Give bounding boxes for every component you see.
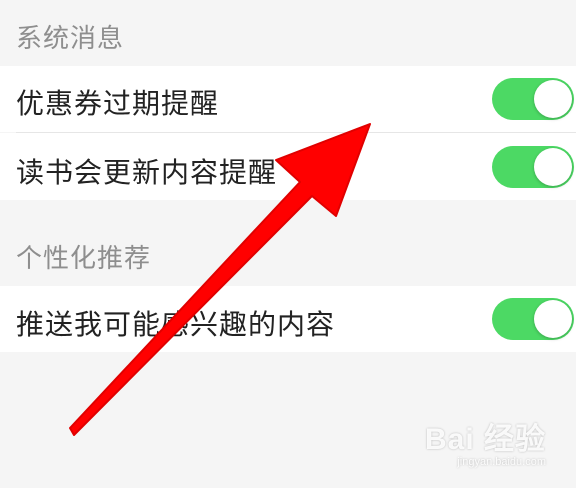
settings-row-reading-club-updates[interactable]: 读书会更新内容提醒 [0, 133, 576, 200]
settings-row-label: 优惠券过期提醒 [16, 87, 220, 120]
coupon-expiry-toggle[interactable] [492, 78, 574, 120]
section-header-personalized-recommendations: 个性化推荐 [16, 244, 152, 274]
baidu-jingyan-watermark: Bai 经验 jingyan.baidu.com [425, 414, 546, 468]
toggle-knob [534, 300, 572, 338]
settings-row-label: 推送我可能感兴趣的内容 [16, 308, 336, 341]
toggle-knob [534, 148, 572, 186]
settings-row-coupon-expiry[interactable]: 优惠券过期提醒 [0, 66, 576, 132]
section-header-system-messages: 系统消息 [16, 24, 125, 54]
watermark-main-text: Bai 经验 [424, 423, 546, 456]
settings-row-push-interesting-content[interactable]: 推送我可能感兴趣的内容 [0, 286, 576, 352]
toggle-knob [534, 80, 572, 118]
reading-club-updates-toggle[interactable] [492, 146, 574, 188]
push-interesting-content-toggle[interactable] [492, 298, 574, 340]
settings-row-label: 读书会更新内容提醒 [16, 156, 278, 189]
